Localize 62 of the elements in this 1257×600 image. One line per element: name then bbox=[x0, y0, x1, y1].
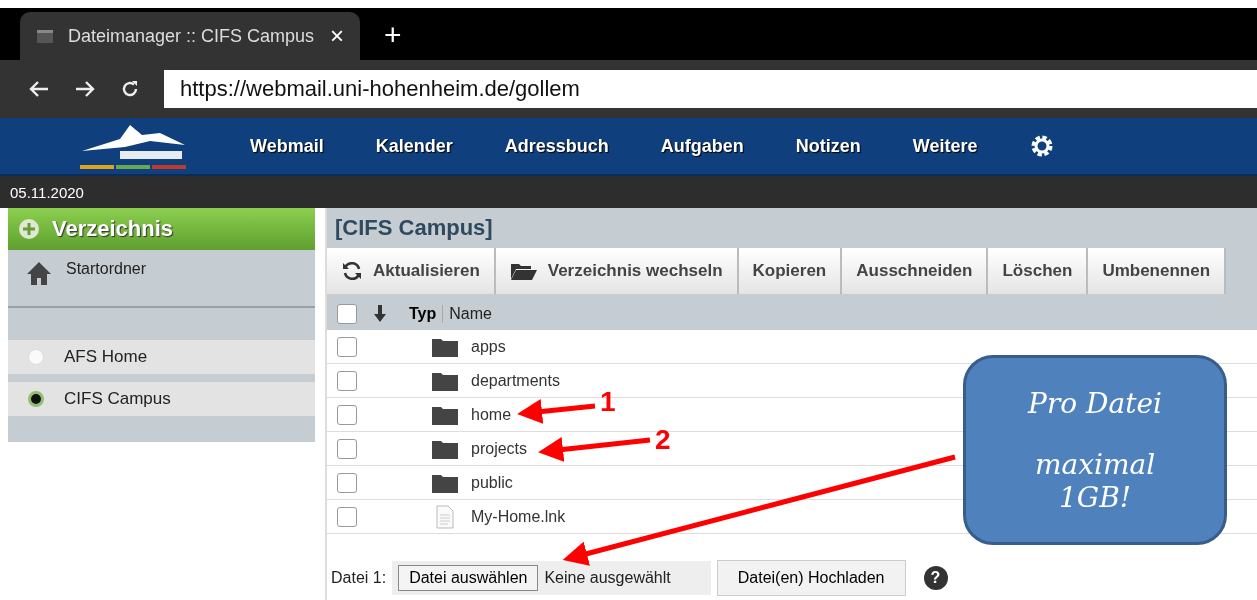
folder-icon bbox=[509, 261, 538, 281]
forward-icon[interactable] bbox=[74, 80, 96, 98]
refresh-icon bbox=[341, 260, 363, 282]
column-header[interactable]: Name bbox=[449, 305, 492, 323]
nav-link[interactable]: Kalender bbox=[375, 135, 453, 157]
column-header[interactable]: Typ bbox=[409, 305, 444, 323]
toolbar-button[interactable]: Verzeichnis wechseln bbox=[495, 248, 739, 294]
file-name[interactable]: My-Home.lnk bbox=[471, 507, 566, 526]
folder-icon bbox=[432, 404, 458, 425]
toolbar-button[interactable]: Ausschneiden bbox=[842, 248, 989, 294]
folder-icon bbox=[432, 336, 458, 357]
home-folder-item[interactable]: Startordner bbox=[8, 250, 315, 308]
folder-icon bbox=[432, 370, 458, 391]
row-checkbox[interactable] bbox=[337, 404, 357, 425]
row-checkbox[interactable] bbox=[337, 336, 357, 357]
backend-item[interactable]: CIFS Campus bbox=[8, 382, 315, 424]
tab-title: Dateimanager :: CIFS Campus bbox=[68, 25, 316, 47]
back-icon[interactable] bbox=[28, 80, 50, 98]
radio-button[interactable] bbox=[28, 391, 44, 407]
upload-label: Datei 1: bbox=[331, 569, 387, 587]
address-field[interactable]: https://webmail.uni-hohenheim.de/gollem bbox=[164, 70, 1257, 108]
toolbar-button[interactable]: Umbenennen bbox=[1088, 248, 1227, 294]
home-icon bbox=[26, 260, 52, 286]
folder-title: [CIFS Campus] bbox=[335, 215, 493, 241]
callout-box: Pro Datei maximal 1GB! bbox=[963, 355, 1227, 545]
file-name[interactable]: departments bbox=[471, 371, 560, 390]
file-status: Keine ausgewählt bbox=[544, 569, 671, 587]
file-name[interactable]: home bbox=[471, 405, 512, 424]
close-tab-button[interactable]: × bbox=[330, 22, 344, 50]
row-checkbox[interactable] bbox=[337, 438, 357, 459]
choose-file-button[interactable]: Datei auswählen bbox=[398, 565, 539, 591]
upload-button[interactable]: Datei(en) Hochladen bbox=[716, 560, 906, 596]
sort-down-icon[interactable] bbox=[373, 305, 387, 323]
toolbar-button[interactable]: Aktualisieren bbox=[327, 248, 496, 294]
nav-link[interactable]: Adressbuch bbox=[504, 135, 609, 157]
backend-item[interactable]: AFS Home bbox=[8, 340, 315, 382]
toolbar-button[interactable]: Löschen bbox=[988, 248, 1089, 294]
help-icon[interactable]: ? bbox=[923, 566, 948, 590]
folder-icon bbox=[432, 472, 458, 493]
row-checkbox[interactable] bbox=[337, 472, 357, 493]
annotation-number: 2 bbox=[655, 424, 671, 456]
browser-tab[interactable]: Dateimanager :: CIFS Campus × bbox=[20, 12, 360, 60]
select-all-checkbox[interactable] bbox=[337, 304, 357, 324]
row-checkbox[interactable] bbox=[337, 370, 357, 391]
annotation-number: 1 bbox=[600, 386, 616, 418]
new-tab-button[interactable]: + bbox=[384, 18, 402, 52]
nav-link[interactable]: Webmail bbox=[250, 135, 324, 157]
radio-button[interactable] bbox=[28, 349, 44, 365]
reload-icon[interactable] bbox=[120, 79, 140, 99]
plus-circle-icon bbox=[18, 218, 40, 240]
toolbar-button[interactable]: Kopieren bbox=[738, 248, 843, 294]
row-checkbox[interactable] bbox=[337, 506, 357, 527]
page-icon bbox=[36, 28, 54, 44]
nav-link[interactable]: Notizen bbox=[795, 135, 861, 157]
folder-icon bbox=[432, 438, 458, 459]
file-name[interactable]: projects bbox=[471, 439, 528, 458]
file-name[interactable]: public bbox=[471, 473, 513, 492]
document-icon bbox=[436, 504, 454, 529]
file-name[interactable]: apps bbox=[471, 337, 506, 356]
date-label: 05.11.2020 bbox=[10, 183, 84, 201]
nav-link[interactable]: Aufgaben bbox=[660, 135, 744, 157]
nav-link[interactable]: Weitere bbox=[912, 135, 978, 157]
